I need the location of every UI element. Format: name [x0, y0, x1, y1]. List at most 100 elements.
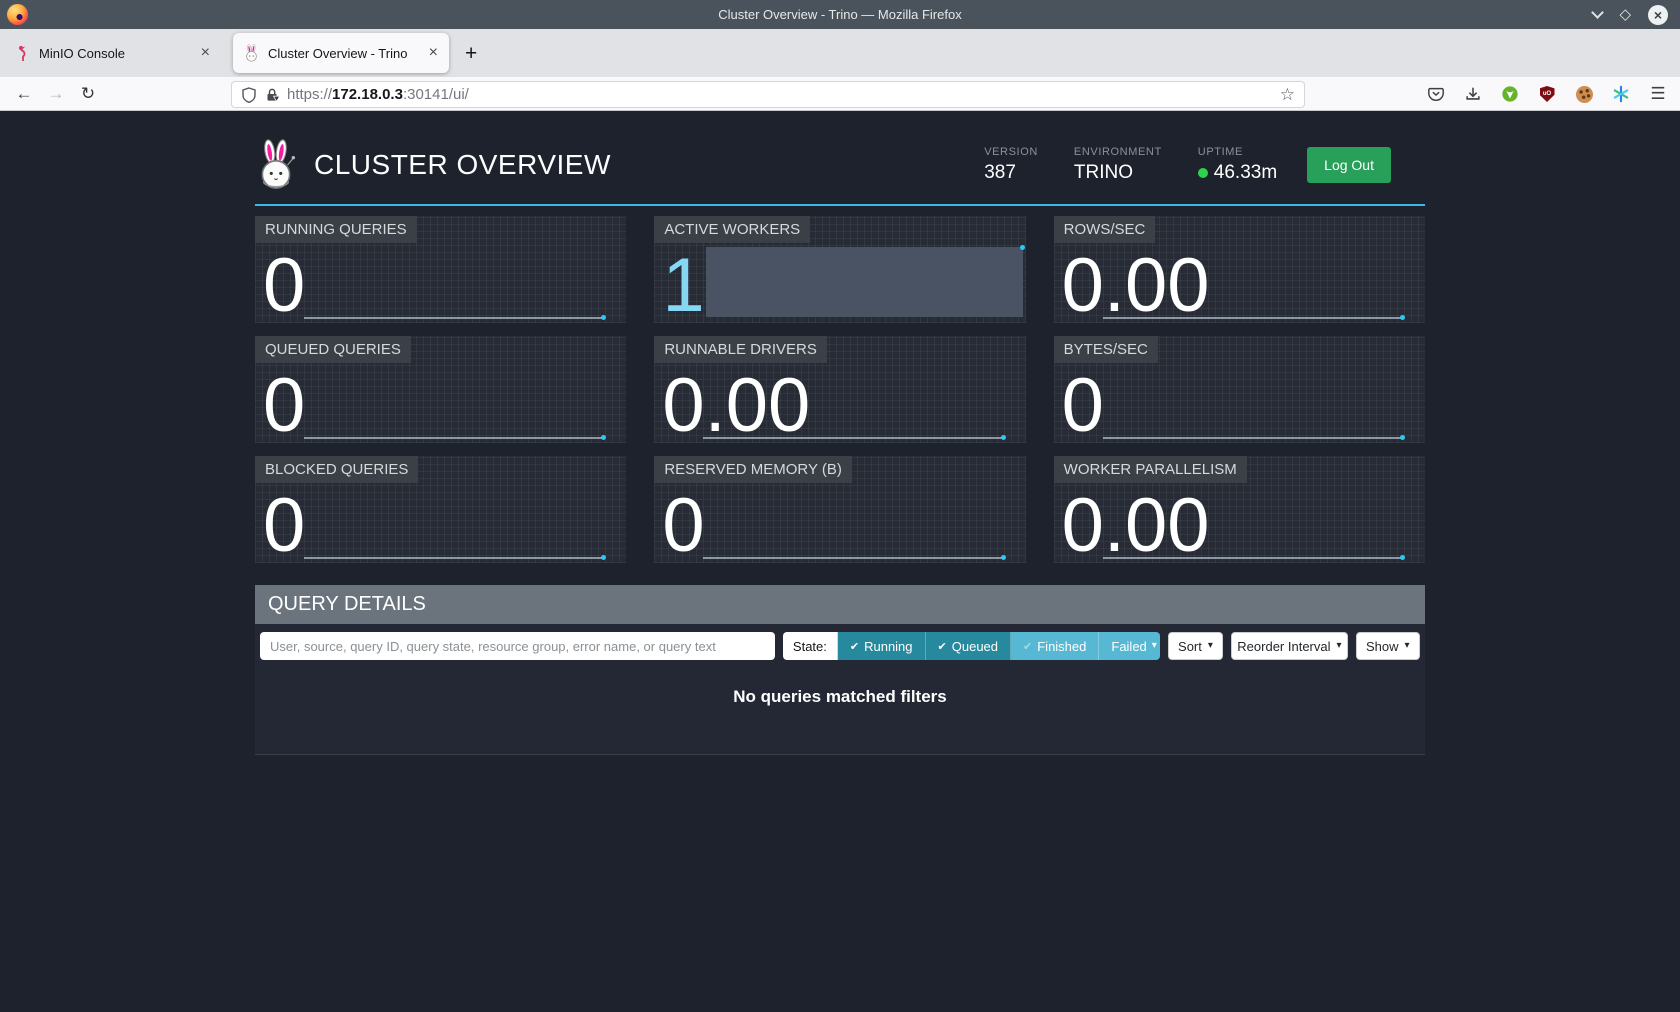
- stat-value: 1: [662, 251, 704, 321]
- uptime-value: 46.33m: [1214, 162, 1277, 183]
- chevron-down-icon: ▾: [1152, 641, 1157, 651]
- tab-bar: MinIO Console × Cluster Overview - Trino…: [0, 29, 1680, 77]
- tab-cluster-overview-trino[interactable]: Cluster Overview - Trino ×: [233, 33, 449, 73]
- stat-tile-running-queries: RUNNING QUERIES 0: [255, 216, 626, 323]
- sparkline-dot: [1020, 245, 1025, 250]
- state-filter-label: State:: [783, 632, 838, 660]
- forward-icon[interactable]: →: [40, 84, 72, 104]
- minio-favicon: [16, 45, 30, 62]
- privacy-badger-icon[interactable]: [1501, 85, 1519, 103]
- sparkline-dot: [1001, 555, 1006, 560]
- reload-icon[interactable]: ↻: [72, 84, 104, 104]
- query-details-panel: QUERY DETAILS State: ✔ Running ✔ Queued …: [255, 585, 1425, 755]
- show-dropdown[interactable]: Show ▾: [1356, 632, 1420, 660]
- stat-label: BLOCKED QUERIES: [255, 456, 418, 483]
- trino-header: CLUSTER OVERVIEW VERSION 387 ENVIRONMENT…: [255, 112, 1425, 206]
- environment-label: ENVIRONMENT: [1074, 146, 1162, 158]
- stat-value: 0: [263, 251, 305, 321]
- chevron-down-icon: ▾: [1337, 641, 1342, 651]
- sort-dropdown[interactable]: Sort ▾: [1168, 632, 1224, 660]
- check-icon: ✔: [850, 640, 859, 653]
- window-titlebar: Cluster Overview - Trino — Mozilla Firef…: [0, 0, 1680, 29]
- query-search-input[interactable]: [260, 632, 775, 660]
- pocket-icon[interactable]: [1427, 85, 1445, 103]
- menu-icon[interactable]: ☰: [1649, 85, 1667, 103]
- tab-minio-console[interactable]: MinIO Console ×: [5, 33, 221, 73]
- uptime-stat: UPTIME 46.33m: [1198, 146, 1277, 184]
- sparkline-dot: [601, 435, 606, 440]
- reorder-interval-dropdown[interactable]: Reorder Interval ▾: [1231, 632, 1347, 660]
- stat-tile-active-workers: ACTIVE WORKERS 1: [654, 216, 1025, 323]
- stat-label: BYTES/SEC: [1054, 336, 1158, 363]
- check-icon: ✔: [1023, 640, 1032, 653]
- sparkline: [1103, 437, 1403, 439]
- query-details-title: QUERY DETAILS: [255, 585, 1425, 624]
- sparkline: [304, 437, 604, 439]
- sparkline-dot: [1400, 435, 1405, 440]
- bookmark-star-icon[interactable]: ☆: [1280, 85, 1295, 105]
- window-title: Cluster Overview - Trino — Mozilla Firef…: [0, 0, 1680, 29]
- stat-label: ROWS/SEC: [1054, 216, 1156, 243]
- state-filter-group: State: ✔ Running ✔ Queued ✔ Finished Fa: [783, 632, 1160, 660]
- environment-stat: ENVIRONMENT TRINO: [1074, 146, 1162, 184]
- stat-value: 0.00: [662, 371, 810, 441]
- new-tab-button[interactable]: +: [465, 43, 477, 64]
- sparkline-dot: [1001, 435, 1006, 440]
- state-filter-queued[interactable]: ✔ Queued: [926, 632, 1011, 660]
- sparkline-dot: [601, 315, 606, 320]
- ublock-origin-icon[interactable]: uO: [1538, 85, 1556, 103]
- environment-value: TRINO: [1074, 162, 1162, 184]
- stat-tile-queued-queries: QUEUED QUERIES 0: [255, 336, 626, 443]
- sparkline-dot: [1400, 555, 1405, 560]
- stat-tile-bytes-sec: BYTES/SEC 0: [1054, 336, 1425, 443]
- url-host: 172.18.0.3: [332, 86, 403, 103]
- tab-close-icon[interactable]: ×: [429, 45, 438, 61]
- page-title: CLUSTER OVERVIEW: [314, 149, 611, 181]
- window-close-icon[interactable]: ×: [1648, 5, 1668, 25]
- logout-button[interactable]: Log Out: [1307, 147, 1391, 183]
- shield-permissions-icon[interactable]: [241, 87, 257, 103]
- trino-favicon: [244, 44, 259, 62]
- stat-value: 0: [263, 371, 305, 441]
- state-filter-running[interactable]: ✔ Running: [838, 632, 926, 660]
- chevron-down-icon: ▾: [1405, 641, 1410, 651]
- stat-tile-blocked-queries: BLOCKED QUERIES 0: [255, 456, 626, 563]
- version-value: 387: [984, 162, 1038, 184]
- stat-label: QUEUED QUERIES: [255, 336, 411, 363]
- trino-bunny-logo: [255, 139, 297, 191]
- state-filter-finished[interactable]: ✔ Finished: [1011, 632, 1099, 660]
- stat-label: ACTIVE WORKERS: [654, 216, 810, 243]
- back-icon[interactable]: ←: [8, 84, 40, 104]
- lock-warning-icon[interactable]: [265, 87, 280, 103]
- sparkline: [304, 317, 604, 319]
- sparkline: [703, 557, 1003, 559]
- version-label: VERSION: [984, 146, 1038, 158]
- empty-queries-message: No queries matched filters: [733, 687, 947, 706]
- stat-tile-runnable-drivers: RUNNABLE DRIVERS 0.00: [654, 336, 1025, 443]
- check-icon: ✔: [938, 640, 947, 653]
- url-text: https://172.18.0.3:30141/ui/: [287, 86, 469, 103]
- stat-value: 0.00: [1062, 251, 1210, 321]
- stat-value: 0: [1062, 371, 1104, 441]
- tab-title: MinIO Console: [39, 46, 192, 61]
- stat-label: RUNNABLE DRIVERS: [654, 336, 827, 363]
- stat-value: 0: [263, 491, 305, 561]
- window-minimize-icon[interactable]: [1592, 6, 1605, 19]
- trino-page: CLUSTER OVERVIEW VERSION 387 ENVIRONMENT…: [0, 112, 1680, 1012]
- cookie-extension-icon[interactable]: [1575, 85, 1593, 103]
- downloads-icon[interactable]: [1464, 85, 1482, 103]
- sparkline-area: [706, 247, 1022, 317]
- stat-tile-worker-parallelism: WORKER PARALLELISM 0.00: [1054, 456, 1425, 563]
- tab-close-icon[interactable]: ×: [201, 45, 210, 61]
- tab-title: Cluster Overview - Trino: [268, 46, 420, 61]
- stat-tile-reserved-memory: RESERVED MEMORY (B) 0: [654, 456, 1025, 563]
- window-maximize-icon[interactable]: ◇: [1619, 7, 1631, 22]
- state-filter-failed[interactable]: Failed ▾: [1099, 632, 1159, 660]
- sparkline-dot: [601, 555, 606, 560]
- consent-asterisk-icon[interactable]: [1612, 85, 1630, 103]
- stat-value: 0: [662, 491, 704, 561]
- sparkline: [304, 557, 604, 559]
- stat-value: 0.00: [1062, 491, 1210, 561]
- stat-tile-rows-sec: ROWS/SEC 0.00: [1054, 216, 1425, 323]
- url-bar[interactable]: https://172.18.0.3:30141/ui/ ☆: [231, 81, 1305, 108]
